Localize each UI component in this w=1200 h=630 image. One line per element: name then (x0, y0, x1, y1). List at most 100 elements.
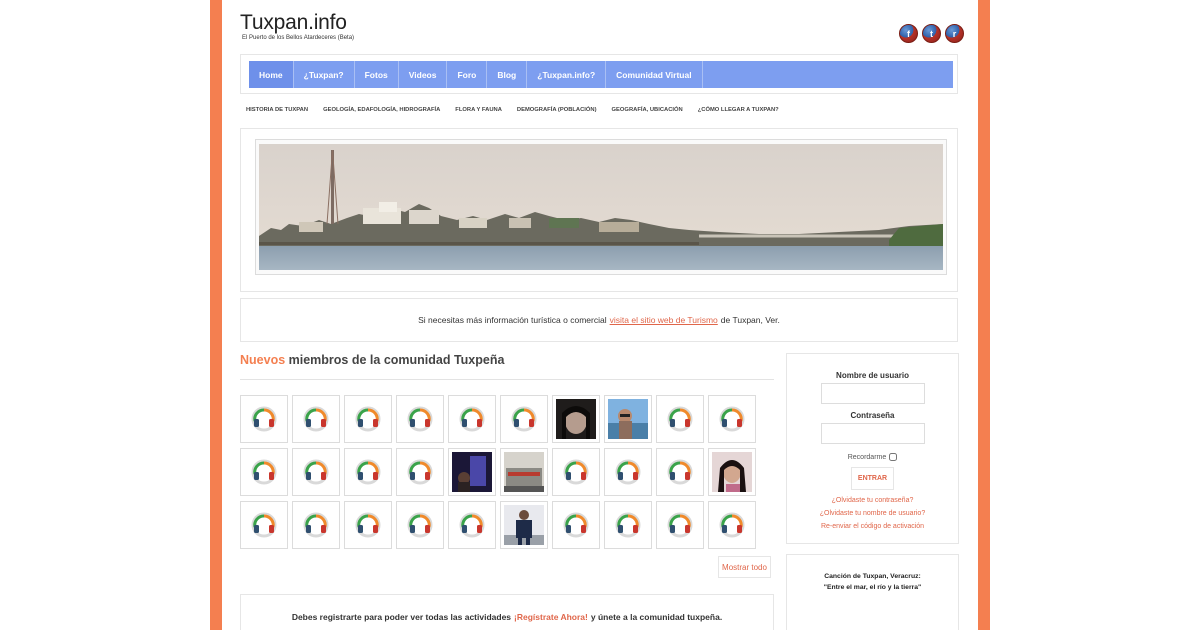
city-panorama-image (259, 144, 943, 270)
default-avatar-icon (251, 406, 277, 432)
forgot-username-link[interactable]: ¿Olvidaste tu nombre de usuario? (787, 510, 958, 517)
member-avatar[interactable] (396, 448, 444, 496)
default-avatar-icon (719, 512, 745, 538)
default-avatar-icon (511, 406, 537, 432)
right-orange-border (978, 0, 990, 630)
member-avatar[interactable] (656, 448, 704, 496)
default-avatar-icon (303, 406, 329, 432)
twitter-icon[interactable]: t (922, 24, 941, 43)
member-avatar[interactable] (708, 395, 756, 443)
member-avatar[interactable] (396, 395, 444, 443)
login-form: Nombre de usuario Contraseña Recordarme … (786, 353, 959, 544)
nav-item-comunidad[interactable]: Comunidad Virtual (606, 61, 703, 88)
site-title[interactable]: Tuxpan.info (240, 11, 347, 35)
photo-girl-image (712, 452, 752, 492)
info-text-after: de Tuxpan, Ver. (720, 315, 780, 325)
song-title: Canción de Tuxpan, Veracruz: (824, 573, 921, 580)
photo-woman-image (556, 399, 596, 439)
default-avatar-icon (719, 406, 745, 432)
member-avatar[interactable] (500, 395, 548, 443)
default-avatar-icon (303, 512, 329, 538)
default-avatar-icon (407, 512, 433, 538)
default-avatar-icon (407, 406, 433, 432)
section-divider (240, 379, 774, 380)
member-avatar[interactable] (500, 501, 548, 549)
username-label: Nombre de usuario (836, 371, 909, 380)
username-input[interactable] (821, 383, 925, 404)
resend-activation-link[interactable]: Re-enviar el código de activación (787, 523, 958, 530)
member-avatar[interactable] (448, 395, 496, 443)
left-orange-border (210, 0, 222, 630)
default-avatar-icon (667, 406, 693, 432)
nav-item-fotos[interactable]: Fotos (355, 61, 399, 88)
nav-item-videos[interactable]: Videos (399, 61, 448, 88)
default-avatar-icon (251, 512, 277, 538)
photo-building-image (504, 452, 544, 492)
members-title-highlight: Nuevos (240, 353, 286, 367)
default-avatar-icon (615, 459, 641, 485)
subnav-item-flora[interactable]: FLORA Y FAUNA (455, 107, 502, 113)
default-avatar-icon (407, 459, 433, 485)
member-avatar[interactable] (240, 395, 288, 443)
nav-item-tuxpan[interactable]: ¿Tuxpan? (294, 61, 355, 88)
default-avatar-icon (667, 459, 693, 485)
photo-night-image (452, 452, 492, 492)
default-avatar-icon (667, 512, 693, 538)
member-avatar[interactable] (292, 448, 340, 496)
member-avatar[interactable] (344, 501, 392, 549)
subnav-item-geografia[interactable]: GEOGRAFÍA, UBICACIÓN (612, 107, 683, 113)
member-avatar[interactable] (708, 448, 756, 496)
member-avatar-grid (240, 395, 756, 549)
subnav-item-demografia[interactable]: DEMOGRAFÍA (POBLACIÓN) (517, 107, 597, 113)
subnav-item-como-llegar[interactable]: ¿CÓMO LLEGAR A TUXPAN? (698, 107, 779, 113)
login-submit-button[interactable]: ENTRAR (851, 467, 894, 490)
show-all-button[interactable]: Mostrar todo (718, 556, 771, 578)
member-avatar[interactable] (396, 501, 444, 549)
nav-item-blog[interactable]: Blog (487, 61, 528, 88)
member-avatar[interactable] (604, 395, 652, 443)
subnav-item-historia[interactable]: HISTORIA DE TUXPAN (246, 107, 308, 113)
default-avatar-icon (615, 512, 641, 538)
member-avatar[interactable] (344, 448, 392, 496)
panorama-illustration (259, 144, 943, 270)
facebook-icon[interactable]: f (899, 24, 918, 43)
default-avatar-icon (251, 459, 277, 485)
member-avatar[interactable] (708, 501, 756, 549)
content-page: Tuxpan.info El Puerto de los Bellos Atar… (222, 0, 978, 630)
member-avatar[interactable] (552, 501, 600, 549)
member-avatar[interactable] (448, 501, 496, 549)
member-avatar[interactable] (552, 395, 600, 443)
nav-item-foro[interactable]: Foro (447, 61, 488, 88)
nav-item-tuxpan-info[interactable]: ¿Tuxpan.info? (527, 61, 607, 88)
member-avatar[interactable] (292, 501, 340, 549)
tourism-link[interactable]: visita el sitio web de Turismo (610, 315, 718, 325)
member-avatar[interactable] (240, 501, 288, 549)
member-avatar[interactable] (656, 395, 704, 443)
member-avatar[interactable] (344, 395, 392, 443)
register-link[interactable]: ¡Regístrate Ahora! (514, 612, 588, 630)
member-avatar[interactable] (240, 448, 288, 496)
photo-man-suit-image (504, 505, 544, 545)
member-avatar[interactable] (292, 395, 340, 443)
song-box: Canción de Tuxpan, Veracruz: "Entre el m… (786, 554, 959, 630)
photo-man-sea-image (608, 399, 648, 439)
password-input[interactable] (821, 423, 925, 444)
subnav-item-geologia[interactable]: GEOLOGÍA, EDAFOLOGÍA, HIDROGRAFÍA (323, 107, 440, 113)
member-avatar[interactable] (500, 448, 548, 496)
forgot-password-link[interactable]: ¿Olvidaste tu contraseña? (787, 497, 958, 504)
page-root: Tuxpan.info El Puerto de los Bellos Atar… (0, 0, 1200, 630)
rss-icon[interactable]: r (945, 24, 964, 43)
remember-checkbox[interactable] (889, 453, 898, 461)
remember-label: Recordarme (847, 453, 887, 461)
member-avatar[interactable] (604, 448, 652, 496)
nav-item-home[interactable]: Home (249, 61, 294, 88)
site-tagline: El Puerto de los Bellos Atardeceres (Bet… (242, 35, 355, 41)
member-avatar[interactable] (552, 448, 600, 496)
members-title-rest: miembros de la comunidad Tuxpeña (288, 353, 505, 367)
default-avatar-icon (355, 459, 381, 485)
remember-me-row: Recordarme (787, 453, 958, 461)
member-avatar[interactable] (604, 501, 652, 549)
default-avatar-icon (355, 406, 381, 432)
member-avatar[interactable] (448, 448, 496, 496)
member-avatar[interactable] (656, 501, 704, 549)
